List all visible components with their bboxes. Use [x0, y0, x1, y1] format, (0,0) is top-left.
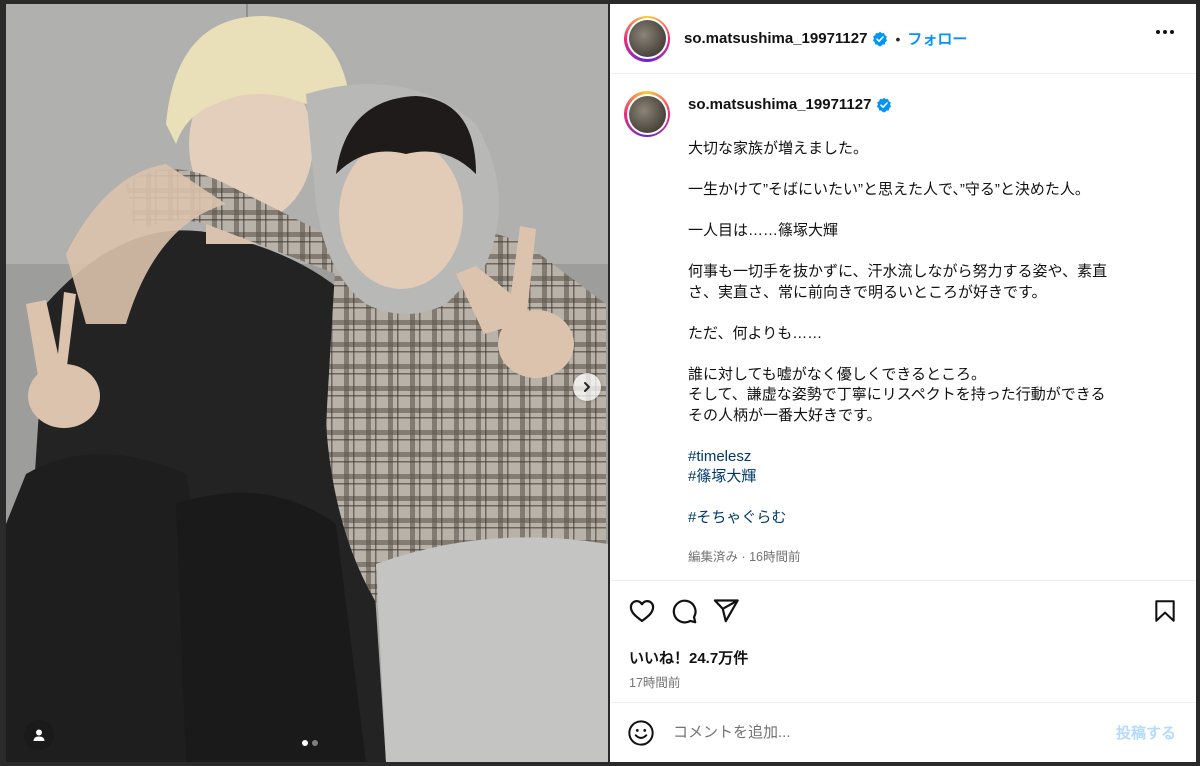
caption-line: 一生かけて”そばにいたい”と思えた人で、”守る”と決めた人。 [688, 181, 1090, 198]
share-icon[interactable] [712, 597, 740, 625]
hashtag-link[interactable]: #そちゃぐらむ [688, 508, 1168, 529]
more-options-icon[interactable] [1156, 30, 1174, 34]
caption-avatar[interactable] [624, 91, 670, 137]
hashtag-link[interactable]: #篠塚大輝 [688, 467, 1168, 488]
heart-icon[interactable] [628, 597, 656, 625]
post-comment-button[interactable]: 投稿する [1116, 722, 1176, 743]
emoji-icon[interactable] [627, 719, 655, 747]
chevron-right-icon [584, 382, 590, 392]
hashtag-link[interactable]: #timelesz [688, 447, 1168, 468]
caption-line: 大切な家族が増えました。 [688, 140, 869, 157]
caption-area: so.matsushima_19971127 大切な家族が増えました。 一生かけ… [610, 75, 1196, 579]
comment-input[interactable] [673, 724, 1073, 741]
caption-username[interactable]: so.matsushima_19971127 [688, 96, 871, 113]
caption-line: さ、実直さ、常に前向きで明るいところが好きです。 [688, 283, 1047, 301]
caption-line [688, 488, 1168, 509]
caption-line [688, 160, 1168, 181]
post-side-panel: so.matsushima_19971127 • フォロー so.matsush… [610, 4, 1196, 762]
caption-meta: 編集済み · 16時間前 [688, 550, 801, 564]
caption-line: 一人目は……篠塚大輝 [688, 222, 839, 239]
header-username[interactable]: so.matsushima_19971127 [684, 30, 867, 47]
caption-text: 大切な家族が増えました。 一生かけて”そばにいたい”と思えた人で、”守る”と決め… [688, 139, 1168, 529]
verified-badge-icon [873, 31, 888, 46]
like-count[interactable]: いいね！24.7万件 [629, 647, 748, 668]
verified-badge-icon [877, 97, 892, 112]
avatar[interactable] [624, 15, 670, 62]
action-bar: いいね！24.7万件 17時間前 [610, 580, 1196, 700]
action-icons [628, 597, 740, 625]
caption-line: そして、謙虚な姿勢で丁寧にリスペクトを持った行動ができる [688, 386, 1106, 403]
caption-line: ただ、何よりも…… [688, 324, 823, 342]
caption-line [688, 303, 1168, 324]
post-modal: so.matsushima_19971127 • フォロー so.matsush… [0, 0, 1200, 766]
caption-line [688, 426, 1168, 447]
comment-bar: 投稿する [610, 702, 1196, 762]
header-separator: • [895, 30, 901, 47]
bookmark-icon[interactable] [1152, 597, 1178, 625]
caption-line: 何事も一切手を抜かずに、汗水流しながら努力する姿や、素直 [688, 263, 1108, 280]
caption-line: 誰に対しても嘘がなく優しくできるところ。 [688, 365, 987, 383]
post-timestamp[interactable]: 17時間前 [629, 672, 680, 691]
follow-button[interactable]: フォロー [907, 28, 967, 49]
caption-line [688, 242, 1168, 263]
carousel-indicator [302, 740, 318, 746]
carousel-dot-1 [302, 740, 308, 746]
caption-line [688, 201, 1168, 222]
tagged-users-button[interactable] [24, 720, 54, 750]
carousel-dot-2 [312, 740, 318, 746]
user-icon [33, 729, 45, 741]
caption-line: その人柄が一番大好きです。 [688, 406, 882, 424]
caption-line [688, 344, 1168, 365]
post-header: so.matsushima_19971127 • フォロー [610, 4, 1196, 74]
carousel-next-button[interactable] [573, 373, 601, 401]
comment-icon[interactable] [670, 597, 698, 625]
caption-username-row: so.matsushima_19971127 [688, 96, 892, 113]
photo-illustration [6, 4, 608, 762]
post-photo[interactable] [6, 4, 608, 762]
